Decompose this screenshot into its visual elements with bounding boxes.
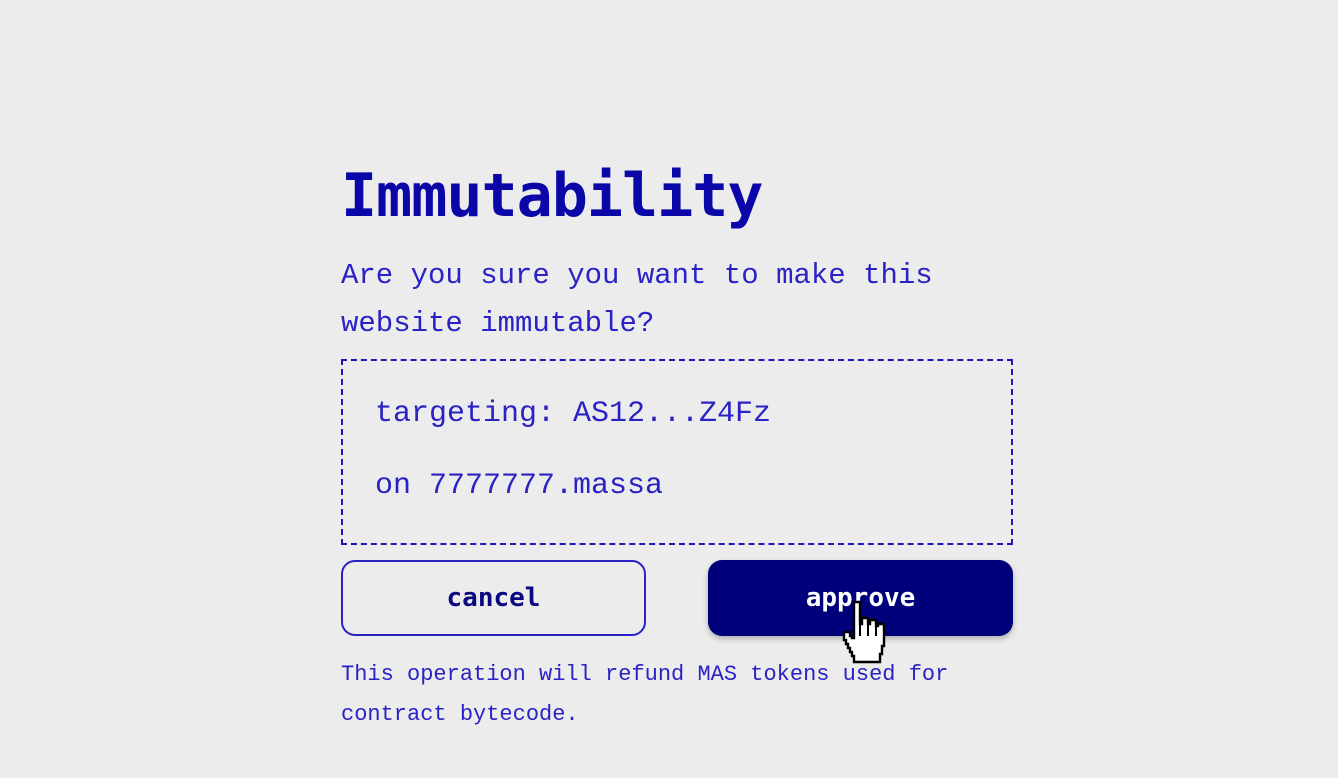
target-domain: on 7777777.massa: [375, 469, 664, 503]
immutability-dialog: Immutability Are you sure you want to ma…: [341, 160, 1013, 727]
dialog-question: Are you sure you want to make this websi…: [341, 259, 933, 340]
approve-button[interactable]: approve: [708, 560, 1013, 636]
target-info-box: targeting: AS12...Z4Fz on 7777777.massa: [341, 359, 1013, 545]
cancel-button[interactable]: cancel: [341, 560, 646, 636]
dialog-title: Immutability: [341, 161, 763, 231]
refund-note: This operation will refund MAS tokens us…: [341, 662, 949, 727]
targeting-address: targeting: AS12...Z4Fz: [375, 397, 772, 431]
